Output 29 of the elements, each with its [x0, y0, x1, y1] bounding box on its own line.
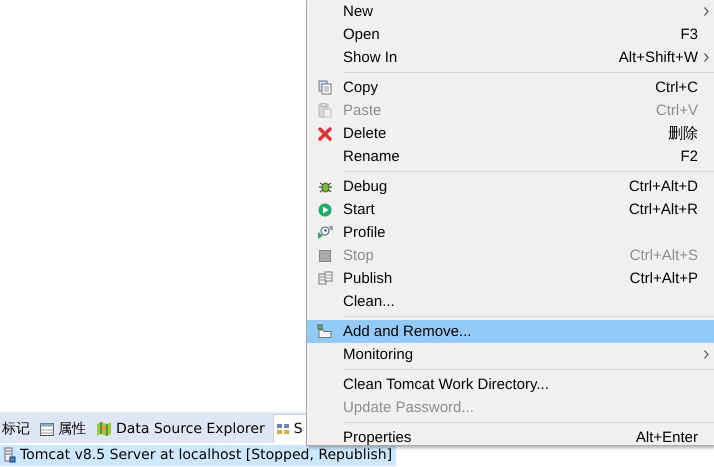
menu-item[interactable]: New: [307, 0, 714, 23]
folder-icon: [317, 324, 333, 339]
menu-item[interactable]: Publish Ctrl+Alt+P: [307, 267, 714, 290]
copy-icon: [318, 80, 332, 95]
stopwatch-icon: [317, 225, 333, 240]
menu-item[interactable]: Clean Tomcat Work Directory...: [307, 373, 714, 396]
view-tab[interactable]: 属性: [38, 415, 90, 443]
documents-icon: [318, 271, 332, 286]
table-icon: [40, 422, 54, 436]
menu-item[interactable]: Show In Alt+Shift+W: [307, 46, 714, 69]
menu-item[interactable]: Monitoring: [307, 343, 714, 366]
menu-item[interactable]: Rename F2: [307, 145, 714, 168]
menu-item[interactable]: Open F3: [307, 23, 714, 46]
menu-item[interactable]: Clean...: [307, 290, 714, 313]
clipboard-icon: [318, 103, 332, 118]
menu-item[interactable]: Delete 删除: [307, 122, 714, 145]
play-icon: [318, 202, 332, 216]
menu-item[interactable]: Add and Remove...: [307, 320, 714, 343]
menu-item[interactable]: Copy Ctrl+C: [307, 76, 714, 99]
menu-item[interactable]: Start Ctrl+Alt+R: [307, 198, 714, 221]
stop-icon: [319, 250, 331, 262]
menu-item[interactable]: Profile: [307, 221, 714, 244]
view-tab[interactable]: S: [272, 414, 308, 443]
server-row[interactable]: Tomcat v8.5 Server at localhost [Stopped, Republish]: [0, 444, 396, 466]
menu-item[interactable]: Debug Ctrl+Alt+D: [307, 175, 714, 198]
view-tab[interactable]: 标记: [0, 415, 34, 443]
delete-icon: [318, 126, 332, 140]
view-tab[interactable]: Data Source Explorer: [94, 415, 269, 443]
map-icon: [96, 421, 112, 437]
